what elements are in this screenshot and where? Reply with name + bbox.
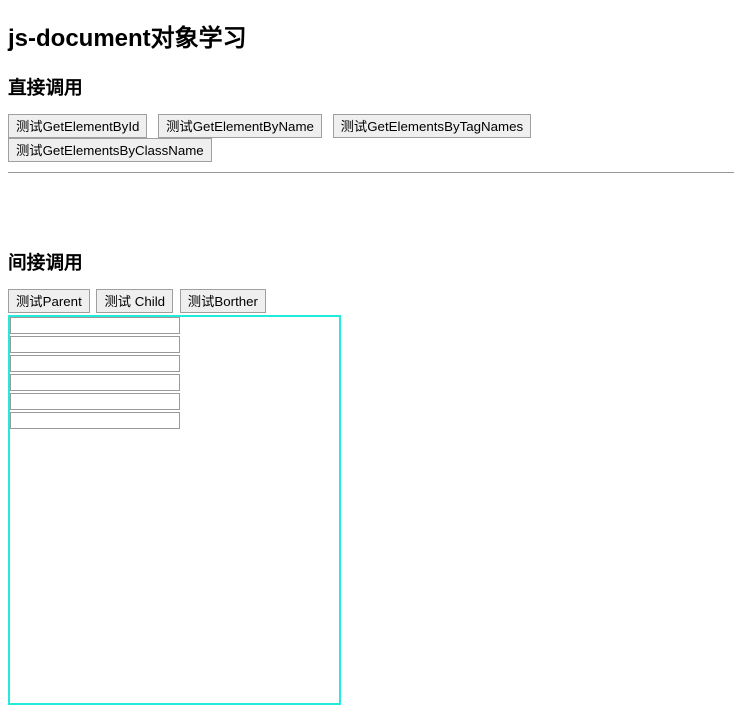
- test-getelementbyname-button[interactable]: 测试GetElementByName: [158, 114, 322, 138]
- table-cell: [10, 336, 180, 353]
- table-row: [10, 412, 180, 429]
- child-table: [8, 315, 182, 431]
- table-cell: [10, 317, 180, 334]
- direct-button-row: 测试GetElementById 测试GetElementByName 测试Ge…: [8, 114, 734, 162]
- test-getelementsbytagnames-button[interactable]: 测试GetElementsByTagNames: [333, 114, 532, 138]
- table-cell: [10, 374, 180, 391]
- table-cell: [10, 412, 180, 429]
- section-direct-heading: 直接调用: [8, 73, 734, 100]
- indirect-button-row: 测试Parent 测试 Child 测试Borther: [8, 289, 734, 313]
- table-row: [10, 393, 180, 410]
- table-row: [10, 336, 180, 353]
- test-child-button[interactable]: 测试 Child: [96, 289, 173, 313]
- section-indirect-heading: 间接调用: [8, 248, 734, 275]
- table-cell: [10, 393, 180, 410]
- table-row: [10, 374, 180, 391]
- parent-box: [8, 315, 341, 705]
- test-borther-button[interactable]: 测试Borther: [180, 289, 266, 313]
- test-parent-button[interactable]: 测试Parent: [8, 289, 90, 313]
- test-getelementbyid-button[interactable]: 测试GetElementById: [8, 114, 147, 138]
- table-row: [10, 355, 180, 372]
- test-getelementsbyclassname-button[interactable]: 测试GetElementsByClassName: [8, 138, 212, 162]
- table-row: [10, 317, 180, 334]
- table-cell: [10, 355, 180, 372]
- spacer: [8, 173, 734, 228]
- page-title: js-document对象学习: [8, 18, 734, 53]
